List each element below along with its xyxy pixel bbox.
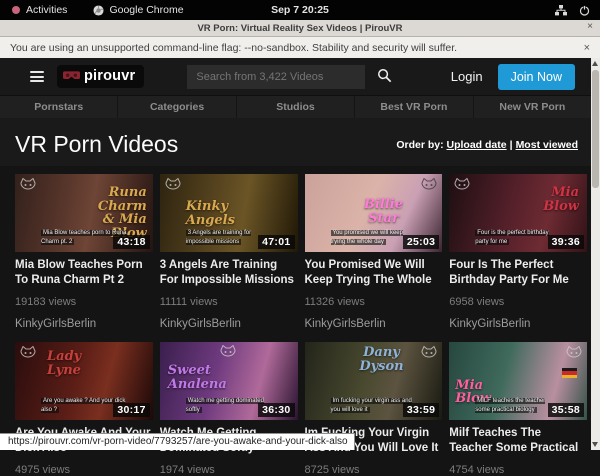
browser-tab-strip[interactable]: VR Porn: Virtual Reality Sex Videos | Pi…	[0, 20, 600, 37]
video-thumbnail[interactable]: Lady Lyne Are you awake ? And your dick …	[15, 342, 153, 420]
video-duration-badge: 25:03	[403, 235, 439, 249]
video-views: 8725 views	[305, 464, 443, 476]
video-grid: Runa Charm & Mia Blow Mia Blow teaches p…	[0, 166, 600, 476]
system-top-bar: Activities Google Chrome Sep 7 20:25	[0, 0, 600, 20]
status-bar-url: https://pirouvr.com/vr-porn-video/779325…	[0, 433, 355, 450]
nav-item-new[interactable]: New VR Porn	[474, 96, 591, 118]
studio-watermark-icon	[20, 346, 36, 360]
video-title[interactable]: 3 Angels Are Training For Impossible Mis…	[160, 258, 298, 288]
browser-tab-title: VR Porn: Virtual Reality Sex Videos | Pi…	[197, 23, 402, 34]
video-duration-badge: 30:17	[113, 403, 149, 417]
scroll-down-icon[interactable]	[592, 442, 598, 447]
video-thumbnail[interactable]: Dany Dyson Im fucking your virgin ass an…	[305, 342, 443, 420]
page-title: VR Porn Videos	[15, 131, 178, 158]
video-duration-badge: 47:01	[258, 235, 294, 249]
login-link[interactable]: Login	[451, 69, 483, 84]
studio-watermark-icon	[566, 346, 582, 360]
warning-close-icon[interactable]: ×	[584, 42, 590, 54]
thumbnail-overlay-name: Billie Star	[353, 198, 415, 225]
thumbnail-overlay-name: Mia Blow	[517, 186, 579, 213]
search-button[interactable]	[377, 68, 392, 86]
video-title[interactable]: Mia Blow Teaches Porn To Runa Charm Pt 2	[15, 258, 153, 288]
video-card[interactable]: Mia Blow MILF teaches the teacher some p…	[449, 342, 587, 476]
thumbnail-overlay-name: Sweet Analena	[168, 364, 230, 391]
order-by-label: Order by:	[396, 139, 443, 151]
video-duration-badge: 39:36	[548, 235, 584, 249]
menu-icon[interactable]	[30, 71, 44, 82]
video-duration-badge: 36:30	[258, 403, 294, 417]
video-duration-badge: 35:58	[548, 403, 584, 417]
video-thumbnail[interactable]: Mia Blow Four is the perfect birthday pa…	[449, 174, 587, 252]
video-title[interactable]: Milf Teaches The Teacher Some Practical …	[449, 426, 587, 456]
video-studio-link[interactable]: KinkyGirlsBerlin	[160, 318, 298, 330]
video-card[interactable]: Kinky Angels 3 Angels are training for i…	[160, 174, 298, 330]
video-card[interactable]: Sweet Analena Watch me getting dominated…	[160, 342, 298, 476]
vr-goggles-icon	[63, 71, 80, 82]
site-logo-text: pirouvr	[84, 68, 135, 84]
nav-item-pornstars[interactable]: Pornstars	[0, 96, 118, 118]
nav-item-best[interactable]: Best VR Porn	[355, 96, 473, 118]
video-views: 19183 views	[15, 296, 153, 308]
video-studio-link[interactable]: KinkyGirlsBerlin	[449, 318, 587, 330]
video-views: 1974 views	[160, 464, 298, 476]
video-card[interactable]: Dany Dyson Im fucking your virgin ass an…	[305, 342, 443, 476]
warning-message: You are using an unsupported command-lin…	[10, 42, 457, 54]
video-card[interactable]: Lady Lyne Are you awake ? And your dick …	[15, 342, 153, 476]
video-duration-badge: 43:18	[113, 235, 149, 249]
search-input[interactable]	[187, 65, 365, 89]
video-thumbnail[interactable]: Sweet Analena Watch me getting dominated…	[160, 342, 298, 420]
order-most-viewed-link[interactable]: Most viewed	[516, 139, 578, 151]
german-flag-icon	[562, 368, 577, 378]
site-logo[interactable]: pirouvr	[57, 65, 144, 88]
join-now-button[interactable]: Join Now	[498, 64, 575, 90]
browser-warning-bar: You are using an unsupported command-lin…	[0, 37, 600, 59]
system-tray	[555, 5, 590, 16]
scrollbar-thumb[interactable]	[592, 70, 599, 188]
studio-watermark-icon	[220, 345, 236, 359]
search-icon	[377, 68, 392, 83]
scrollbar[interactable]	[591, 58, 600, 450]
system-clock[interactable]: Sep 7 20:25	[0, 4, 600, 16]
thumbnail-overlay-name: Kinky Angels	[186, 200, 248, 227]
video-thumbnail[interactable]: Runa Charm & Mia Blow Mia Blow teaches p…	[15, 174, 153, 252]
studio-watermark-icon	[421, 178, 437, 192]
search-area	[187, 65, 392, 89]
video-title[interactable]: You Promised We Will Keep Trying The Who…	[305, 258, 443, 288]
order-upload-date-link[interactable]: Upload date	[447, 139, 507, 151]
video-studio-link[interactable]: KinkyGirlsBerlin	[15, 318, 153, 330]
power-icon[interactable]	[579, 5, 590, 16]
order-by-controls: Order by: Upload date|Most viewed	[396, 139, 578, 151]
video-views: 6958 views	[449, 296, 587, 308]
video-thumbnail[interactable]: Billie Star You promised we will keep tr…	[305, 174, 443, 252]
video-card[interactable]: Billie Star You promised we will keep tr…	[305, 174, 443, 330]
video-card[interactable]: Runa Charm & Mia Blow Mia Blow teaches p…	[15, 174, 153, 330]
nav-item-studios[interactable]: Studios	[237, 96, 355, 118]
network-icon[interactable]	[555, 5, 567, 16]
video-views: 11326 views	[305, 296, 443, 308]
page-content: pirouvr Login Join Now Pornstars Categor…	[0, 58, 600, 450]
video-title[interactable]: Four Is The Perfect Birthday Party For M…	[449, 258, 587, 288]
page-heading-row: VR Porn Videos Order by: Upload date|Mos…	[0, 118, 600, 166]
video-thumbnail[interactable]: Kinky Angels 3 Angels are training for i…	[160, 174, 298, 252]
order-separator: |	[510, 139, 513, 151]
video-card[interactable]: Mia Blow Four is the perfect birthday pa…	[449, 174, 587, 330]
video-studio-link[interactable]: KinkyGirlsBerlin	[305, 318, 443, 330]
thumbnail-overlay-name: Lady Lyne	[47, 350, 109, 377]
tab-close-icon[interactable]: ×	[587, 21, 593, 32]
video-thumbnail[interactable]: Mia Blow MILF teaches the teacher some p…	[449, 342, 587, 420]
studio-watermark-icon	[165, 178, 181, 192]
site-header: pirouvr Login Join Now	[0, 58, 600, 95]
studio-watermark-icon	[454, 178, 470, 192]
scroll-up-icon[interactable]	[592, 61, 598, 66]
video-duration-badge: 33:59	[403, 403, 439, 417]
thumbnail-overlay-name: Dany Dyson	[351, 346, 413, 373]
video-views: 4754 views	[449, 464, 587, 476]
main-nav: Pornstars Categories Studios Best VR Por…	[0, 95, 591, 118]
studio-watermark-icon	[421, 346, 437, 360]
video-views: 11111 views	[160, 296, 298, 308]
studio-watermark-icon	[20, 178, 36, 192]
nav-item-categories[interactable]: Categories	[118, 96, 236, 118]
video-views: 4975 views	[15, 464, 153, 476]
